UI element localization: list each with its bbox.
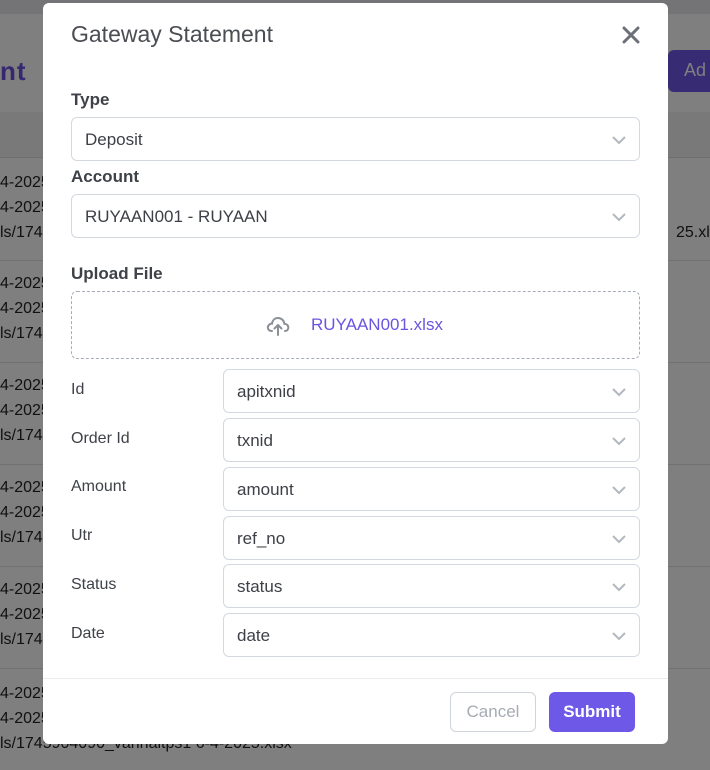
upload-file-label: Upload File (71, 264, 163, 283)
cloud-upload-icon (266, 316, 290, 336)
chevron-down-icon (612, 535, 626, 544)
date-column-select[interactable]: date (223, 613, 640, 657)
modal-title: Gateway Statement (71, 21, 273, 47)
select-value: date (237, 626, 271, 645)
uploaded-file-name: RUYAAN001.xlsx (311, 315, 443, 334)
cancel-button[interactable]: Cancel (450, 692, 536, 732)
select-value: txnid (237, 431, 273, 450)
close-icon[interactable] (619, 23, 643, 47)
type-select[interactable]: Deposit (71, 117, 640, 161)
account-select-value: RUYAAN001 - RUYAAN (85, 207, 268, 226)
date-label: Date (71, 625, 105, 642)
status-column-select[interactable]: status (223, 564, 640, 608)
id-label: Id (71, 381, 85, 398)
chevron-down-icon (612, 486, 626, 495)
order-id-label: Order Id (71, 430, 130, 447)
modal-footer: Cancel Submit (43, 678, 668, 744)
chevron-down-icon (612, 213, 626, 222)
type-select-value: Deposit (85, 130, 143, 149)
submit-button[interactable]: Submit (549, 692, 635, 732)
file-dropzone[interactable]: RUYAAN001.xlsx (71, 291, 640, 359)
chevron-down-icon (612, 136, 626, 145)
chevron-down-icon (612, 583, 626, 592)
type-label: Type (71, 90, 110, 109)
amount-label: Amount (71, 478, 127, 495)
chevron-down-icon (612, 437, 626, 446)
account-label: Account (71, 167, 139, 186)
status-label: Status (71, 576, 117, 593)
select-value: status (237, 577, 283, 596)
account-select[interactable]: RUYAAN001 - RUYAAN (71, 194, 640, 238)
id-column-select[interactable]: apitxnid (223, 369, 640, 413)
gateway-statement-modal: Gateway Statement Type Deposit Account R… (43, 3, 668, 744)
chevron-down-icon (612, 388, 626, 397)
utr-label: Utr (71, 527, 93, 544)
select-value: amount (237, 480, 294, 499)
select-value: apitxnid (237, 382, 296, 401)
select-value: ref_no (237, 529, 286, 548)
amount-column-select[interactable]: amount (223, 467, 640, 511)
utr-column-select[interactable]: ref_no (223, 516, 640, 560)
modal-header: Gateway Statement (43, 3, 668, 69)
order-id-column-select[interactable]: txnid (223, 418, 640, 462)
chevron-down-icon (612, 632, 626, 641)
